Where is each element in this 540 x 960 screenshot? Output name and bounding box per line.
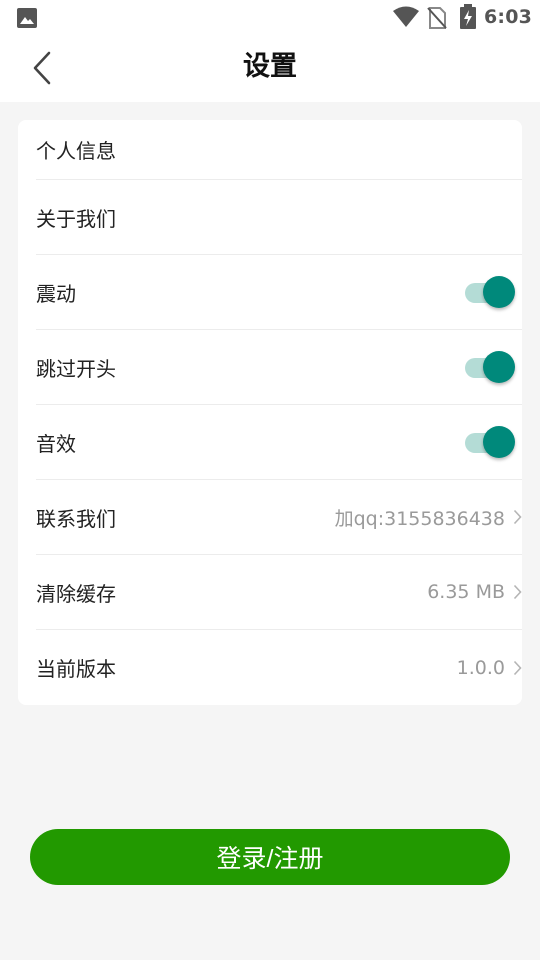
cache-size-value: 6.35 MB: [427, 581, 505, 603]
skip-intro-toggle[interactable]: [463, 350, 519, 384]
chevron-right-icon: [513, 584, 522, 600]
vibration-toggle[interactable]: [463, 275, 519, 309]
settings-item-label: 清除缓存: [36, 581, 116, 606]
no-sim-icon: [427, 7, 447, 29]
toggle-thumb: [483, 426, 515, 458]
title-bar: 设置: [0, 36, 540, 102]
settings-item-about-us[interactable]: 关于我们: [36, 180, 522, 255]
status-time: 6:03: [484, 6, 533, 28]
settings-item-label: 联系我们: [36, 506, 116, 531]
settings-item-label: 个人信息: [36, 139, 116, 163]
settings-item-current-version[interactable]: 当前版本 1.0.0: [36, 630, 522, 705]
wifi-icon: [393, 6, 419, 27]
settings-item-skip-intro: 跳过开头: [36, 330, 522, 405]
chevron-left-icon: [33, 51, 51, 85]
chevron-right-icon: [513, 660, 522, 675]
settings-item-label: 跳过开头: [36, 356, 116, 381]
settings-screen: 6:03 设置 个人信息 关于我们 震动 跳过开头 音效 联系我们 加qq:31…: [0, 0, 540, 960]
contact-value: 加qq:3155836438: [334, 507, 505, 530]
settings-item-vibration: 震动: [36, 255, 522, 330]
sound-effects-toggle[interactable]: [463, 425, 519, 459]
login-register-button[interactable]: 登录/注册: [30, 829, 510, 885]
settings-item-sound-effects: 音效: [36, 405, 522, 480]
settings-item-label: 震动: [36, 281, 76, 306]
status-bar: 6:03: [0, 0, 540, 36]
page-title: 设置: [243, 51, 297, 82]
settings-item-label: 音效: [36, 431, 76, 456]
settings-item-contact-us[interactable]: 联系我们 加qq:3155836438: [36, 480, 522, 555]
settings-list: 个人信息 关于我们 震动 跳过开头 音效 联系我们 加qq:3155836438…: [18, 120, 522, 705]
toggle-thumb: [483, 351, 515, 383]
settings-item-label: 当前版本: [36, 657, 116, 681]
battery-charging-icon: [460, 4, 476, 29]
toggle-thumb: [483, 276, 515, 308]
settings-item-clear-cache[interactable]: 清除缓存 6.35 MB: [36, 555, 522, 630]
chevron-right-icon: [513, 509, 522, 525]
back-button[interactable]: [22, 46, 62, 90]
settings-item-label: 关于我们: [36, 206, 116, 231]
version-value: 1.0.0: [456, 656, 505, 679]
gallery-icon: [17, 8, 37, 28]
settings-item-personal-info[interactable]: 个人信息: [36, 120, 522, 180]
